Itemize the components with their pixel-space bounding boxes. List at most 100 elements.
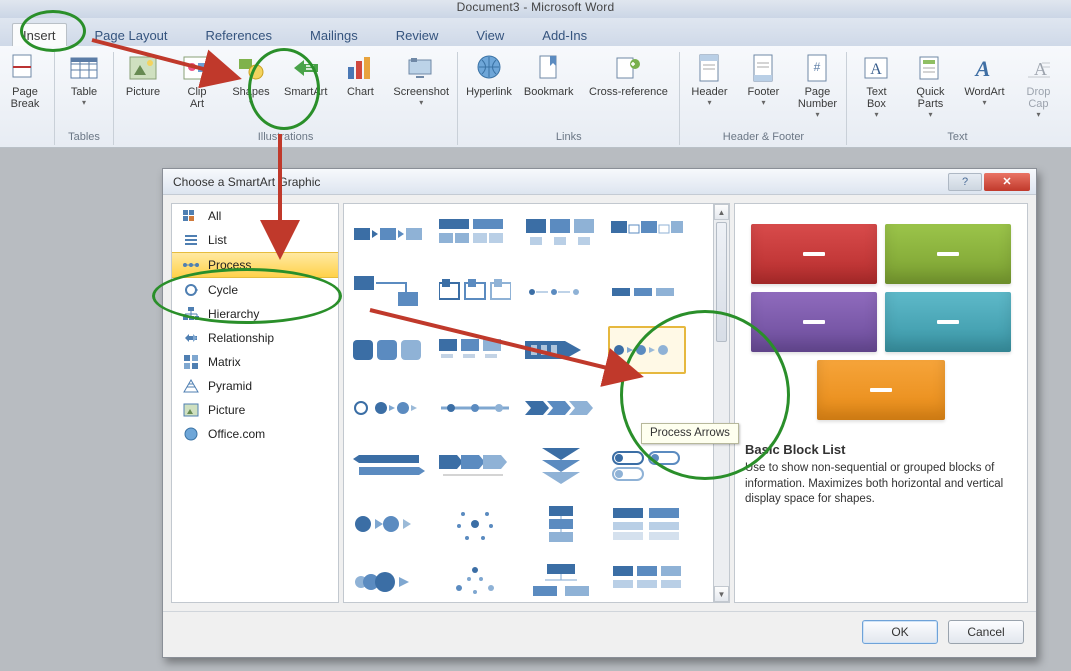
footer-dropdown-icon: ▾ bbox=[761, 100, 765, 106]
crossreference-button[interactable]: Cross-reference bbox=[585, 52, 671, 98]
smartart-thumb[interactable] bbox=[436, 326, 514, 374]
smartart-thumb[interactable] bbox=[436, 210, 514, 258]
smartart-thumb[interactable] bbox=[522, 500, 600, 548]
list-icon bbox=[182, 233, 200, 247]
smartart-thumb[interactable] bbox=[350, 210, 428, 258]
scrollbar-thumb[interactable] bbox=[716, 222, 727, 342]
cancel-button[interactable]: Cancel bbox=[948, 620, 1024, 644]
bookmark-icon bbox=[533, 52, 565, 84]
tab-page-layout-label: Page Layout bbox=[95, 28, 168, 43]
smartart-thumb[interactable] bbox=[522, 326, 600, 374]
category-pyramid[interactable]: Pyramid bbox=[172, 374, 338, 398]
smartart-thumb[interactable] bbox=[436, 384, 514, 432]
smartart-thumb[interactable] bbox=[350, 384, 428, 432]
category-process-label: Process bbox=[208, 258, 251, 272]
tab-mailings[interactable]: Mailings bbox=[300, 24, 368, 46]
wordart-dropdown-icon: ▾ bbox=[982, 100, 986, 106]
smartart-thumb[interactable] bbox=[608, 210, 686, 258]
category-list-item[interactable]: List bbox=[172, 228, 338, 252]
screenshot-dropdown-icon: ▾ bbox=[419, 100, 423, 106]
header-icon bbox=[693, 52, 725, 84]
screenshot-label: Screenshot bbox=[393, 86, 449, 98]
smartart-thumbnails: ▲ ▼ bbox=[343, 203, 730, 603]
smartart-thumb[interactable] bbox=[436, 268, 514, 316]
smartart-thumb[interactable] bbox=[522, 558, 600, 602]
smartart-thumb[interactable] bbox=[350, 558, 428, 602]
hyperlink-button[interactable]: Hyperlink bbox=[466, 52, 512, 98]
smartart-thumb[interactable] bbox=[350, 326, 428, 374]
smartart-thumb[interactable] bbox=[436, 500, 514, 548]
quickparts-button[interactable]: Quick Parts ▾ bbox=[909, 52, 951, 118]
tab-references[interactable]: References bbox=[196, 24, 282, 46]
tab-view[interactable]: View bbox=[466, 24, 514, 46]
thumbnails-scrollbar[interactable]: ▲ ▼ bbox=[713, 204, 729, 602]
tab-page-layout[interactable]: Page Layout bbox=[85, 24, 178, 46]
chart-button[interactable]: Chart bbox=[339, 52, 381, 98]
smartart-thumb[interactable] bbox=[436, 442, 514, 490]
smartart-thumb[interactable] bbox=[522, 384, 600, 432]
pagenumber-button[interactable]: # Page Number ▾ bbox=[796, 52, 838, 118]
smartart-thumb-selected[interactable] bbox=[608, 326, 686, 374]
smartart-thumb[interactable] bbox=[522, 210, 600, 258]
smartart-thumb[interactable] bbox=[522, 268, 600, 316]
screenshot-button[interactable]: Screenshot ▾ bbox=[393, 52, 449, 106]
shapes-icon bbox=[235, 52, 267, 84]
shapes-button[interactable]: Shapes ▾ bbox=[230, 52, 272, 106]
dialog-title: Choose a SmartArt Graphic bbox=[173, 175, 946, 189]
smartart-thumb[interactable] bbox=[350, 268, 428, 316]
dropcap-dropdown-icon: ▾ bbox=[1036, 112, 1040, 118]
smartart-thumb[interactable] bbox=[608, 500, 686, 548]
pagenumber-dropdown-icon: ▾ bbox=[815, 112, 819, 118]
category-pyramid-label: Pyramid bbox=[208, 379, 252, 393]
smartart-thumb[interactable] bbox=[350, 442, 428, 490]
smartart-thumb[interactable] bbox=[608, 268, 686, 316]
group-tables-label: Tables bbox=[63, 131, 105, 145]
category-process[interactable]: Process bbox=[172, 252, 338, 278]
dialog-close-button[interactable]: ✕ bbox=[984, 173, 1030, 191]
footer-button[interactable]: Footer ▾ bbox=[742, 52, 784, 106]
category-cycle[interactable]: Cycle bbox=[172, 278, 338, 302]
all-icon bbox=[182, 209, 200, 223]
screenshot-icon bbox=[405, 52, 437, 84]
table-label: Table bbox=[71, 86, 97, 98]
category-officecom-label: Office.com bbox=[208, 427, 265, 441]
officecom-icon bbox=[182, 427, 200, 441]
category-relationship[interactable]: Relationship bbox=[172, 326, 338, 350]
table-button[interactable]: Table ▾ bbox=[63, 52, 105, 106]
smartart-button[interactable]: SmartArt bbox=[284, 52, 327, 98]
smartart-thumb[interactable] bbox=[608, 442, 686, 490]
svg-text:A: A bbox=[871, 61, 883, 78]
scroll-up-button[interactable]: ▲ bbox=[714, 204, 729, 220]
tab-addins[interactable]: Add-Ins bbox=[532, 24, 597, 46]
bookmark-button[interactable]: Bookmark bbox=[524, 52, 574, 98]
category-officecom[interactable]: Office.com bbox=[172, 422, 338, 446]
category-picture[interactable]: Picture bbox=[172, 398, 338, 422]
smartart-thumb[interactable] bbox=[350, 500, 428, 548]
dropcap-button[interactable]: A Drop Cap ▾ bbox=[1017, 52, 1059, 118]
tab-review[interactable]: Review bbox=[386, 24, 449, 46]
quickparts-label: Quick Parts bbox=[916, 86, 944, 110]
shapes-label: Shapes bbox=[232, 86, 269, 98]
category-hierarchy[interactable]: Hierarchy bbox=[172, 302, 338, 326]
dialog-titlebar[interactable]: Choose a SmartArt Graphic ? ✕ bbox=[163, 169, 1036, 195]
textbox-button[interactable]: A Text Box ▾ bbox=[855, 52, 897, 118]
header-button[interactable]: Header ▾ bbox=[688, 52, 730, 106]
ok-button[interactable]: OK bbox=[862, 620, 938, 644]
scroll-down-button[interactable]: ▼ bbox=[714, 586, 729, 602]
category-matrix[interactable]: Matrix bbox=[172, 350, 338, 374]
category-all[interactable]: All bbox=[172, 204, 338, 228]
svg-text:A: A bbox=[1034, 59, 1047, 79]
smartart-thumb[interactable] bbox=[436, 558, 514, 602]
table-dropdown-icon: ▾ bbox=[82, 100, 86, 106]
dialog-help-button[interactable]: ? bbox=[948, 173, 982, 191]
table-icon bbox=[68, 52, 100, 84]
clipart-button[interactable]: Clip Art bbox=[176, 52, 218, 110]
wordart-button[interactable]: A WordArt ▾ bbox=[963, 52, 1005, 106]
footer-icon bbox=[747, 52, 779, 84]
page-break-button[interactable]: Page Break bbox=[4, 52, 46, 110]
smartart-thumb[interactable] bbox=[522, 442, 600, 490]
picture-button[interactable]: Picture bbox=[122, 52, 164, 98]
smartart-thumb[interactable] bbox=[608, 558, 686, 602]
crossreference-icon bbox=[612, 52, 644, 84]
tab-insert[interactable]: Insert bbox=[12, 23, 67, 46]
